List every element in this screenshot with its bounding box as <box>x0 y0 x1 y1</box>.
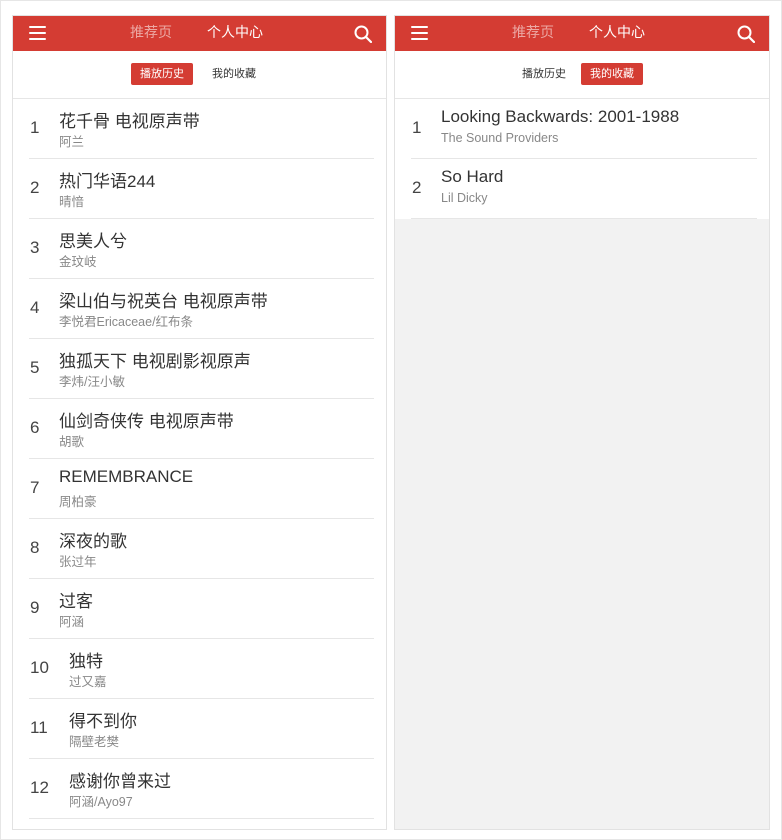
search-icon[interactable] <box>354 25 372 43</box>
song-title: 热门华语244 <box>59 172 156 191</box>
hamburger-menu-icon[interactable] <box>29 26 46 41</box>
tab-recommend[interactable]: 推荐页 <box>512 16 554 51</box>
song-artist: 金玟岐 <box>59 255 97 269</box>
song-title: 得不到你 <box>69 712 137 731</box>
song-title: So Hard <box>441 167 504 186</box>
song-row[interactable]: 5 独孤天下 电视剧影视原声李炜/汪小敏 <box>13 339 386 399</box>
tab-profile[interactable]: 个人中心 <box>589 16 645 51</box>
song-artist: Lil Dicky <box>441 191 488 205</box>
hamburger-menu-icon[interactable] <box>411 26 428 41</box>
tab-recommend[interactable]: 推荐页 <box>130 16 172 51</box>
song-rank: 7 <box>30 478 40 497</box>
song-row[interactable]: 12 感谢你曾来过阿涵/Ayo97 <box>13 759 386 819</box>
song-row[interactable]: 1 花千骨 电视原声带阿兰 <box>13 99 386 159</box>
song-rank: 9 <box>30 598 40 617</box>
song-row[interactable]: 2 热门华语244 晴愔 <box>13 159 386 219</box>
song-title: REMEMBRANCE <box>59 467 194 486</box>
song-row[interactable]: 7 REMEMBRANCE 周柏豪 <box>13 459 386 519</box>
song-rank: 3 <box>30 238 40 257</box>
top-nav-bar: 推荐页 个人中心 <box>395 16 769 51</box>
song-artist: The Sound Providers <box>441 131 559 145</box>
song-title: 花千骨 电视原声带 <box>59 112 200 131</box>
song-title: 独孤天下 电视剧影视原声 <box>59 352 251 371</box>
song-title: 独特 <box>69 652 103 671</box>
song-artist: 晴愔 <box>59 195 85 209</box>
song-artist: 李悦君Ericaceae/红布条 <box>59 315 194 329</box>
subtab-bar: 播放历史 我的收藏 <box>13 51 386 99</box>
song-title: 思美人兮 <box>59 232 127 251</box>
song-title: 过客 <box>59 592 93 611</box>
song-rank: 10 <box>30 658 49 677</box>
song-row[interactable]: 11 得不到你隔壁老樊 <box>13 699 386 759</box>
subtab-play-history[interactable]: 播放历史 <box>131 63 193 85</box>
song-artist: 李炜/汪小敏 <box>59 375 125 389</box>
subtab-play-history[interactable]: 播放历史 <box>513 63 575 85</box>
song-rank: 4 <box>30 298 40 317</box>
song-row[interactable]: 6 仙剑奇侠传 电视原声带胡歌 <box>13 399 386 459</box>
song-row[interactable]: 4 梁山伯与祝英台 电视原声带李悦君Ericaceae/红布条 <box>13 279 386 339</box>
song-list: 1 花千骨 电视原声带阿兰 2 热门华语244 晴愔 3 思美人兮金玟岐 4 梁山伯与祝英台 电… <box>13 99 386 819</box>
tab-profile[interactable]: 个人中心 <box>207 16 263 51</box>
song-artist: 隔壁老樊 <box>69 735 120 749</box>
song-artist: 张过年 <box>59 555 97 569</box>
song-row[interactable]: 9 过客阿涵 <box>13 579 386 639</box>
song-row[interactable]: 3 思美人兮金玟岐 <box>13 219 386 279</box>
subtab-my-favorites[interactable]: 我的收藏 <box>203 63 265 85</box>
song-rank: 8 <box>30 538 40 557</box>
song-rank: 11 <box>30 718 48 737</box>
song-title: 仙剑奇侠传 电视原声带 <box>59 412 234 431</box>
song-artist: 阿兰 <box>59 135 85 149</box>
song-artist: 胡歌 <box>59 435 85 449</box>
song-rank: 1 <box>412 118 422 137</box>
song-row[interactable]: 10 独特过又嘉 <box>13 639 386 699</box>
song-row[interactable]: 1 Looking Backwards: 2001-1988 The Sound P… <box>395 99 769 159</box>
history-screen: 推荐页 个人中心 播放历史 我的收藏 1 花千骨 电视原声带阿兰 2 热门华语244 晴… <box>12 15 387 830</box>
song-title: 感谢你曾来过 <box>69 772 171 791</box>
subtab-my-favorites[interactable]: 我的收藏 <box>581 63 643 85</box>
song-rank: 1 <box>30 118 40 137</box>
subtab-bar: 播放历史 我的收藏 <box>395 51 769 99</box>
song-list: 1 Looking Backwards: 2001-1988 The Sound P… <box>395 99 769 219</box>
song-title: Looking Backwards: 2001-1988 <box>441 107 680 126</box>
favorites-screen: 推荐页 个人中心 播放历史 我的收藏 1 Looking Backwards: 2… <box>394 15 770 830</box>
song-rank: 2 <box>412 178 422 197</box>
song-rank: 12 <box>30 778 49 797</box>
song-rank: 6 <box>30 418 40 437</box>
song-artist: 阿涵 <box>59 615 85 629</box>
song-title: 梁山伯与祝英台 电视原声带 <box>59 292 268 311</box>
search-icon[interactable] <box>737 25 755 43</box>
song-title: 深夜的歌 <box>59 532 127 551</box>
song-artist: 过又嘉 <box>69 675 107 689</box>
top-nav-bar: 推荐页 个人中心 <box>13 16 386 51</box>
song-row[interactable]: 2 So Hard Lil Dicky <box>395 159 769 219</box>
song-artist: 周柏豪 <box>59 495 97 509</box>
song-rank: 5 <box>30 358 40 377</box>
song-artist: 阿涵/Ayo97 <box>69 795 133 809</box>
song-rank: 2 <box>30 178 40 197</box>
song-row[interactable]: 8 深夜的歌张过年 <box>13 519 386 579</box>
